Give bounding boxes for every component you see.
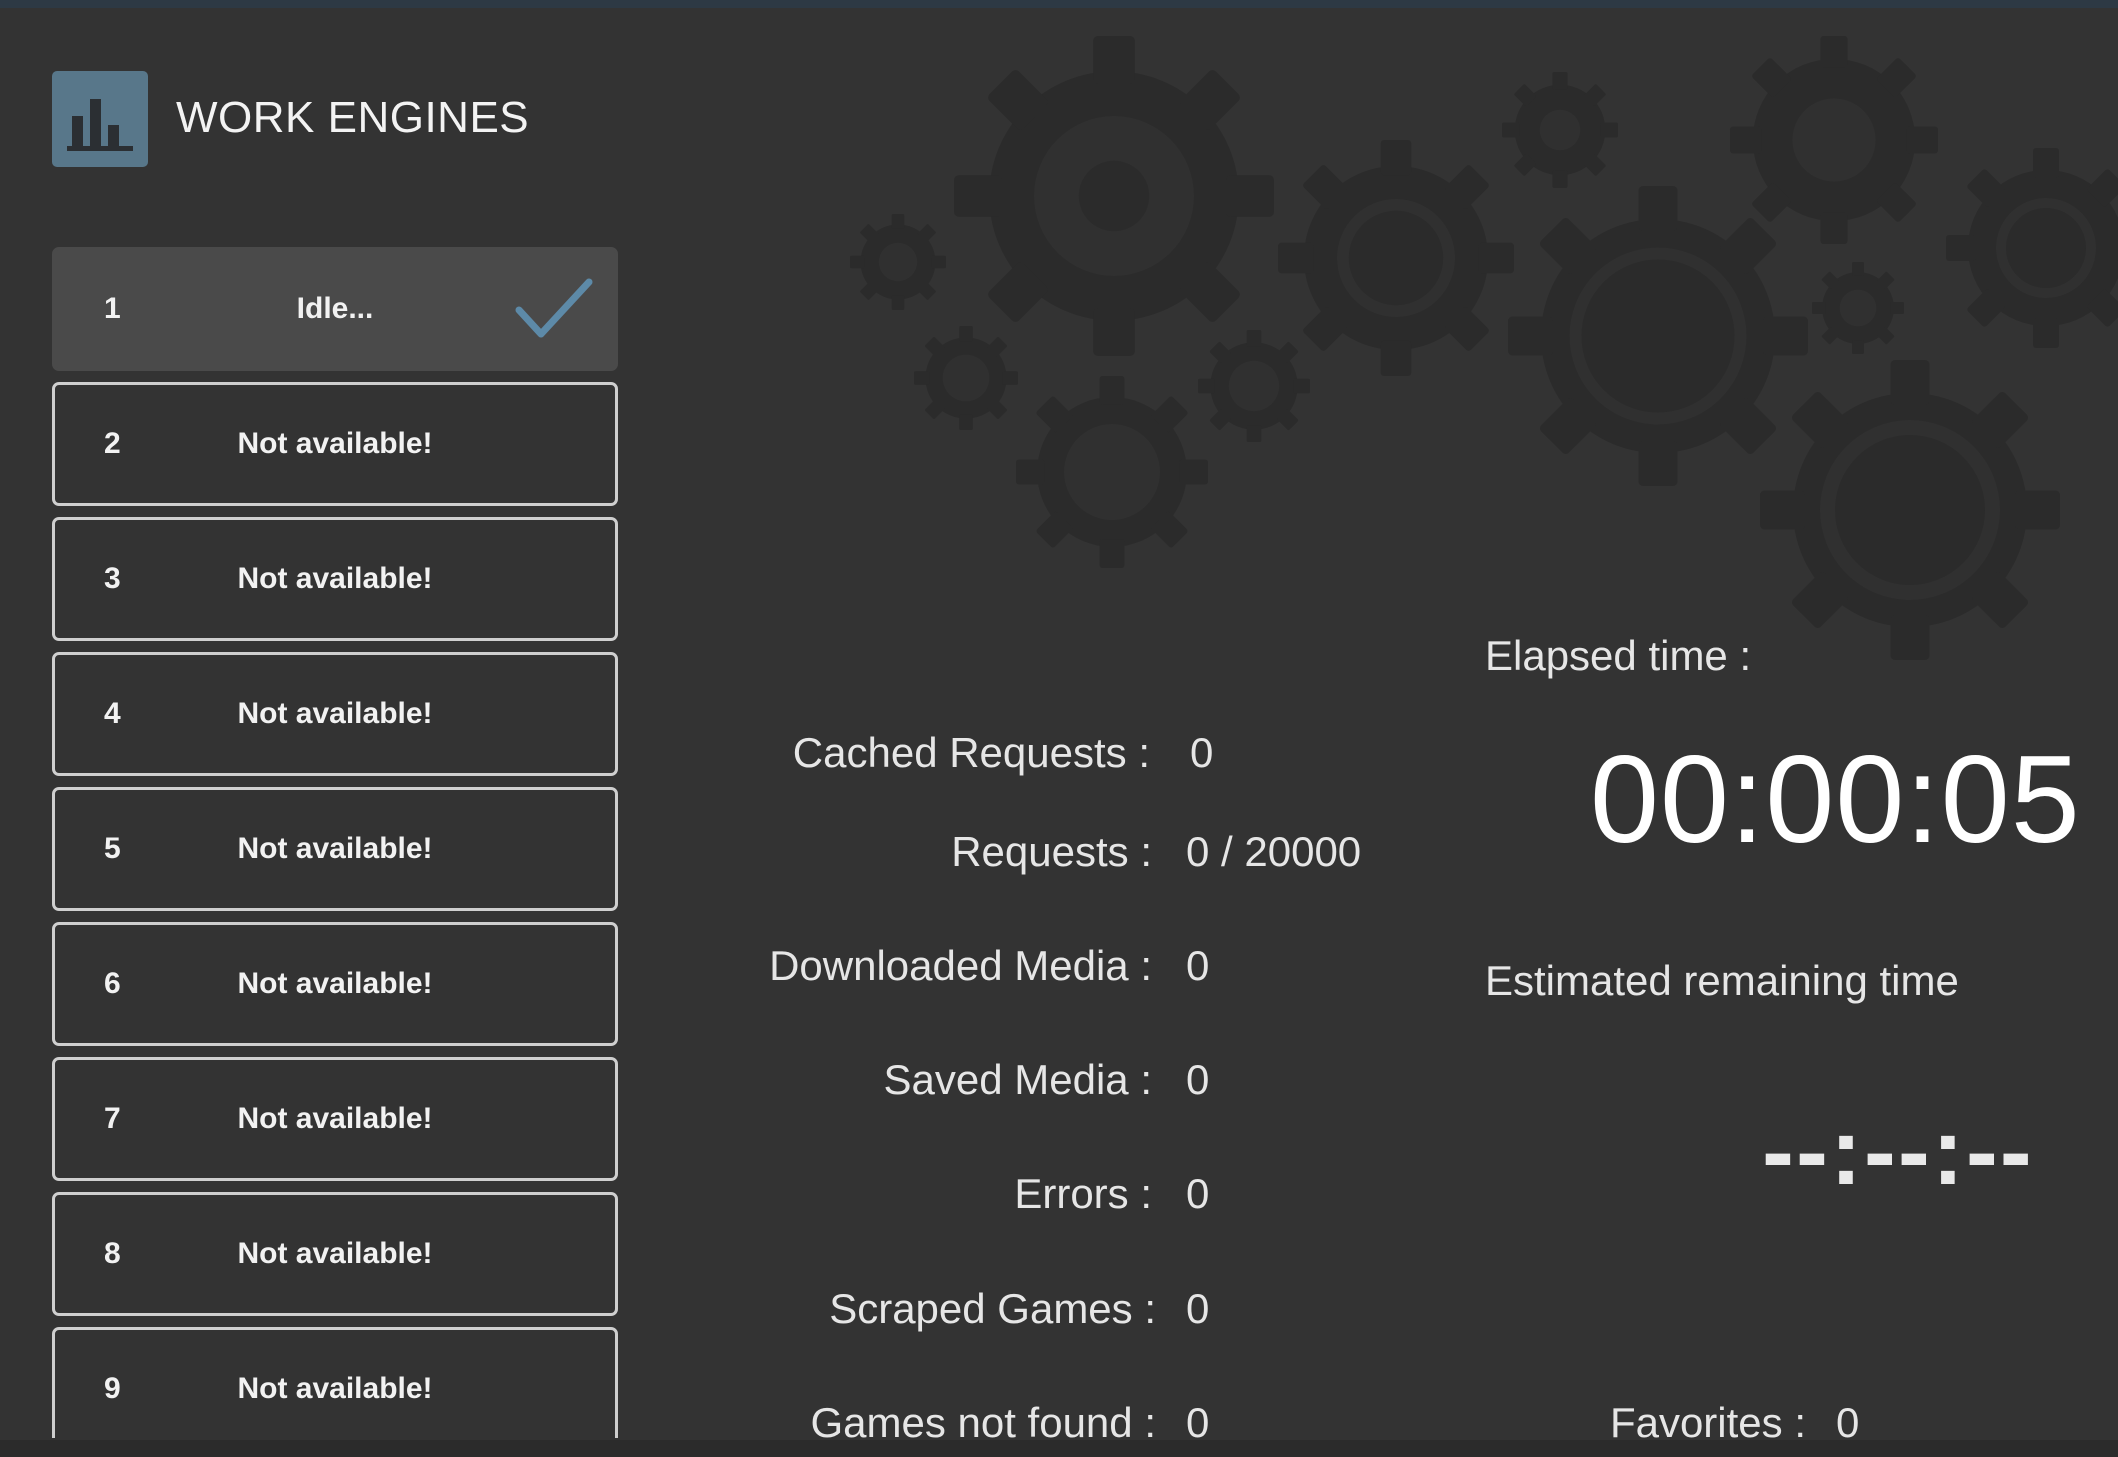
stat-label: Saved Media : (883, 1056, 1153, 1103)
scraper-window: WORK ENGINES 1 Idle... 2 Not available! … (0, 0, 2118, 1457)
stat-label: Requests : (951, 828, 1152, 875)
stat-value: 0 (1186, 1285, 1210, 1332)
bar-chart-icon (52, 71, 148, 167)
stat-label: Scraped Games : (829, 1285, 1156, 1332)
remaining-time-label: Estimated remaining time (1485, 957, 1959, 1004)
engine-status: Not available! (237, 427, 433, 460)
stat-value: 0 (1186, 942, 1210, 989)
engine-item-2[interactable]: 2 Not available! (52, 382, 618, 506)
stat-scraped-games: Scraped Games : 0 (0, 1279, 2118, 1339)
engine-item-1[interactable]: 1 Idle... (52, 247, 618, 371)
bottom-border (0, 1440, 2118, 1457)
checkmark-icon (515, 278, 593, 338)
stat-value: 0 / 20000 (1186, 828, 1362, 875)
elapsed-time-value: 00:00:05 (1590, 731, 2081, 869)
engine-item-3[interactable]: 3 Not available! (52, 517, 618, 641)
gears-icon (850, 36, 2118, 660)
engine-status: Not available! (237, 562, 433, 595)
stat-label: Cached Requests : (792, 729, 1150, 776)
elapsed-time-label: Elapsed time : (1485, 632, 1752, 679)
stat-value: 0 (1186, 1170, 1210, 1217)
stat-value: 0 (1186, 1056, 1210, 1103)
stat-label: Downloaded Media : (769, 942, 1152, 989)
stat-label: Errors : (1014, 1170, 1152, 1217)
page-title: WORK ENGINES (176, 93, 530, 142)
remaining-time-value: --:--:-- (1762, 1098, 2034, 1205)
top-border (0, 0, 2118, 8)
stat-value: 0 (1190, 729, 1214, 776)
